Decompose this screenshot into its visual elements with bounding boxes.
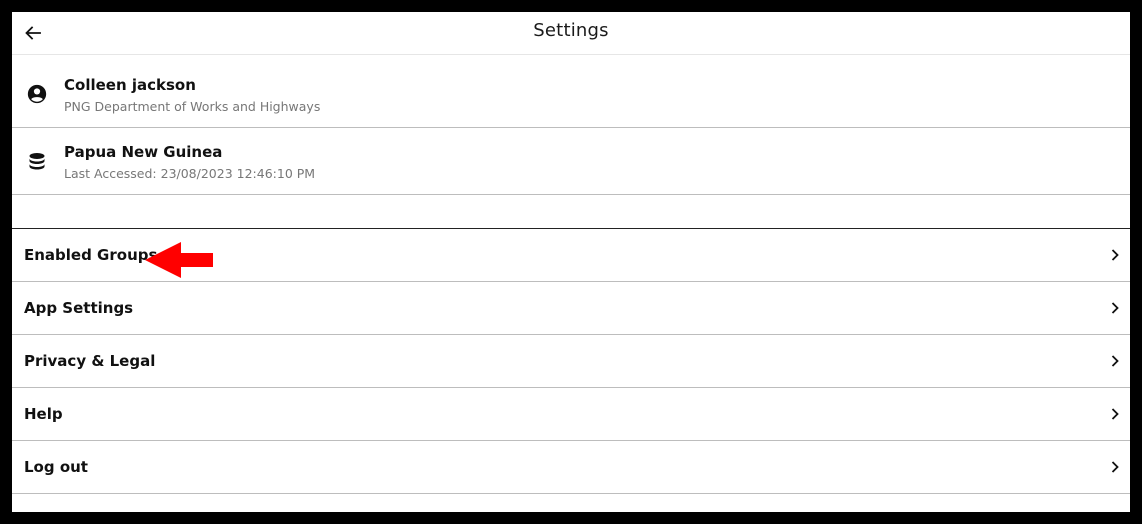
menu-item-privacy-legal[interactable]: Privacy & Legal bbox=[12, 335, 1130, 388]
account-row: Colleen jackson PNG Department of Works … bbox=[12, 55, 1130, 128]
menu-item-log-out[interactable]: Log out bbox=[12, 441, 1130, 494]
menu-item-app-settings[interactable]: App Settings bbox=[12, 282, 1130, 335]
menu-item-label: Log out bbox=[24, 458, 88, 476]
database-icon bbox=[26, 151, 48, 173]
chevron-right-icon bbox=[1111, 249, 1119, 261]
database-last-accessed: Last Accessed: 23/08/2023 12:46:10 PM bbox=[64, 166, 316, 181]
account-organization: PNG Department of Works and Highways bbox=[64, 99, 321, 114]
red-arrow-left-icon bbox=[145, 242, 213, 278]
menu-item-label: Enabled Groups bbox=[24, 246, 158, 264]
menu-item-help[interactable]: Help bbox=[12, 388, 1130, 441]
chevron-right-icon bbox=[1111, 461, 1119, 473]
section-spacer bbox=[12, 194, 1130, 229]
chevron-right-icon bbox=[1111, 408, 1119, 420]
chevron-right-icon bbox=[1111, 355, 1119, 367]
menu-item-label: App Settings bbox=[24, 299, 134, 317]
account-circle-icon bbox=[26, 83, 48, 105]
app-frame: Settings Colleen jackson PNG Department … bbox=[12, 12, 1130, 512]
menu-item-label: Privacy & Legal bbox=[24, 352, 156, 370]
chevron-right-icon bbox=[1111, 302, 1119, 314]
database-row: Papua New Guinea Last Accessed: 23/08/20… bbox=[12, 128, 1130, 195]
menu-item-label: Help bbox=[24, 405, 63, 423]
database-name: Papua New Guinea bbox=[64, 143, 223, 161]
page-title: Settings bbox=[533, 20, 609, 41]
account-name: Colleen jackson bbox=[64, 76, 196, 94]
app-bar: Settings bbox=[12, 12, 1130, 55]
